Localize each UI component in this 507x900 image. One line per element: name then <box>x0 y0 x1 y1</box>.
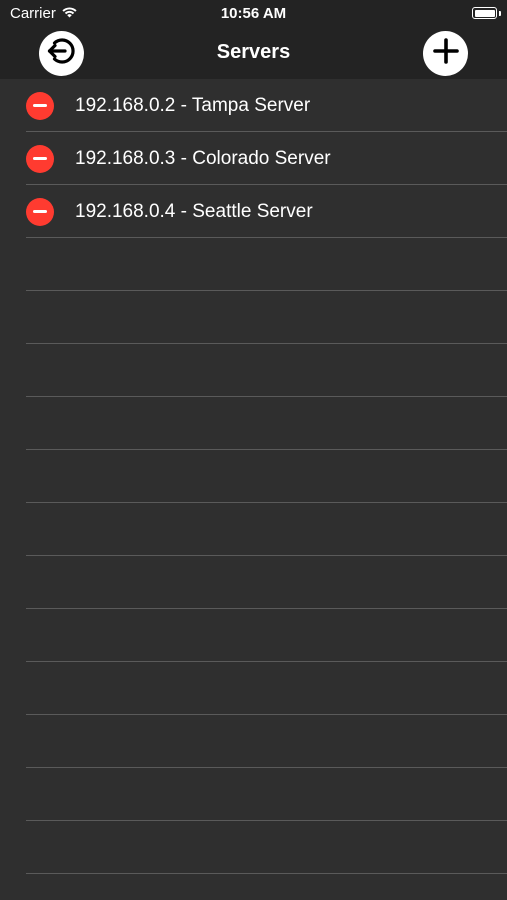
empty-row <box>26 397 507 450</box>
server-list: 192.168.0.2 - Tampa Server 192.168.0.3 -… <box>0 79 507 874</box>
delete-button[interactable] <box>26 91 54 120</box>
empty-row <box>26 503 507 556</box>
add-server-button[interactable] <box>423 31 468 76</box>
list-item[interactable]: 192.168.0.2 - Tampa Server <box>26 79 507 132</box>
empty-row <box>26 556 507 609</box>
server-label: 192.168.0.4 - Seattle Server <box>75 200 313 222</box>
nav-bar: Servers <box>0 28 507 79</box>
empty-row <box>26 768 507 821</box>
empty-row <box>26 662 507 715</box>
empty-row <box>26 291 507 344</box>
delete-button[interactable] <box>26 144 54 173</box>
plus-icon <box>431 36 461 71</box>
minus-icon <box>33 210 47 213</box>
empty-row <box>26 450 507 503</box>
empty-row <box>26 609 507 662</box>
status-time: 10:56 AM <box>220 5 287 22</box>
empty-row <box>26 238 507 291</box>
server-label: 192.168.0.2 - Tampa Server <box>75 94 311 116</box>
status-bar: Carrier 10:56 AM <box>0 0 507 28</box>
screen: Carrier 10:56 AM Servers 192.168.0.2 - T… <box>0 0 507 900</box>
empty-row <box>26 821 507 874</box>
minus-icon <box>33 157 47 160</box>
delete-button[interactable] <box>26 197 54 226</box>
empty-row <box>26 344 507 397</box>
minus-icon <box>33 104 47 107</box>
server-label: 192.168.0.3 - Colorado Server <box>75 147 331 169</box>
list-item[interactable]: 192.168.0.4 - Seattle Server <box>26 185 507 238</box>
list-item[interactable]: 192.168.0.3 - Colorado Server <box>26 132 507 185</box>
battery-icon <box>472 7 501 19</box>
empty-row <box>26 715 507 768</box>
